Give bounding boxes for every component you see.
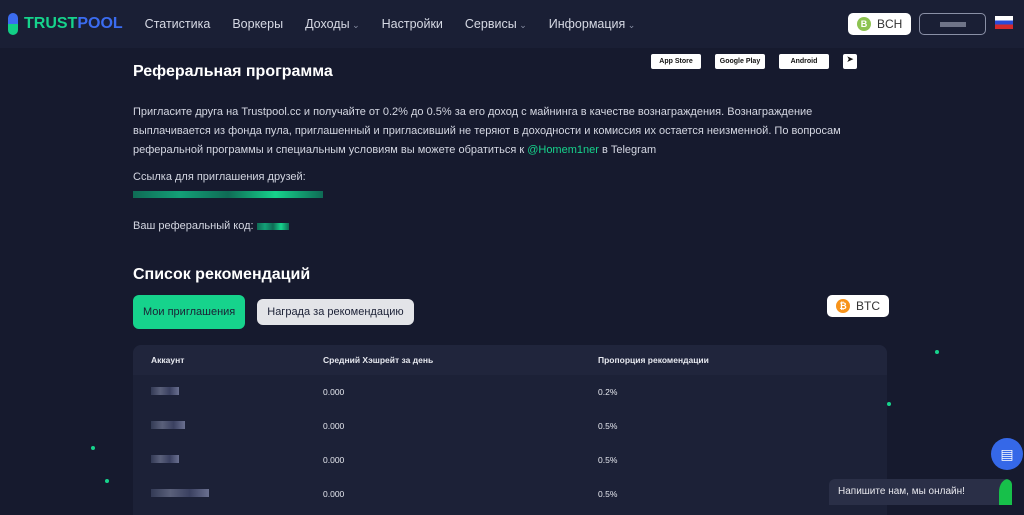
decor-dot xyxy=(887,402,891,406)
coin-selector-btc[interactable]: ₿ BTC xyxy=(827,295,889,317)
coin-selector-bch[interactable]: B BCH xyxy=(848,13,912,35)
bch-icon: B xyxy=(857,17,871,31)
referral-code-value[interactable] xyxy=(256,222,289,230)
account-masked xyxy=(151,421,185,429)
decor-dot xyxy=(105,479,109,483)
nav-income[interactable]: Доходы xyxy=(305,17,360,31)
nav-info[interactable]: Информация xyxy=(549,17,636,31)
logo-icon xyxy=(8,13,18,35)
decor-dot xyxy=(935,350,939,354)
account-button[interactable] xyxy=(919,13,986,35)
account-masked xyxy=(151,387,179,395)
calculator-button[interactable]: ▤ xyxy=(991,438,1023,470)
decor-dot xyxy=(91,446,95,450)
recommendations-title: Список рекомендаций xyxy=(133,266,311,283)
tab-referral-reward[interactable]: Награда за рекомендацию xyxy=(257,299,414,325)
table-row: 0.000 0.2% xyxy=(133,375,887,409)
logo[interactable]: TRUSTPOOL xyxy=(8,13,123,35)
referral-description: Пригласите друга на Trustpool.cc и получ… xyxy=(133,106,841,156)
btc-icon: ₿ xyxy=(836,299,850,313)
account-masked xyxy=(151,489,209,497)
invite-link-value[interactable] xyxy=(133,185,873,204)
chat-widget[interactable]: Напишите нам, мы онлайн! xyxy=(829,479,1012,505)
nav-services[interactable]: Сервисы xyxy=(465,17,527,31)
table-header: Аккаунт Средний Хэшрейт за день Пропорци… xyxy=(133,345,887,375)
telegram-contact-link[interactable]: @Homem1ner xyxy=(527,144,599,156)
recommendations-table: Аккаунт Средний Хэшрейт за день Пропорци… xyxy=(133,345,887,515)
nav-workers[interactable]: Воркеры xyxy=(232,17,283,31)
account-masked xyxy=(151,455,179,463)
table-row: 0.000 0.5% xyxy=(133,477,887,511)
android-badge[interactable]: Android xyxy=(779,54,829,69)
google-play-badge[interactable]: Google Play xyxy=(715,54,765,69)
referral-code-label: Ваш реферальный код: xyxy=(133,220,254,232)
nav-statistics[interactable]: Статистика xyxy=(145,17,211,31)
table-row: 0.000 0.5% xyxy=(133,409,887,443)
app-store-badge[interactable]: App Store xyxy=(651,54,701,69)
nav-settings[interactable]: Настройки xyxy=(382,17,443,31)
telegram-icon[interactable]: ➤ xyxy=(843,54,857,69)
page-title: Реферальная программа xyxy=(133,63,333,80)
russian-flag-icon[interactable] xyxy=(995,16,1013,29)
tab-my-invitations[interactable]: Мои приглашения xyxy=(133,295,246,329)
table-row: 0.000 0.5% xyxy=(133,443,887,477)
top-navbar: TRUSTPOOL Статистика Воркеры Доходы Наст… xyxy=(0,0,1024,48)
